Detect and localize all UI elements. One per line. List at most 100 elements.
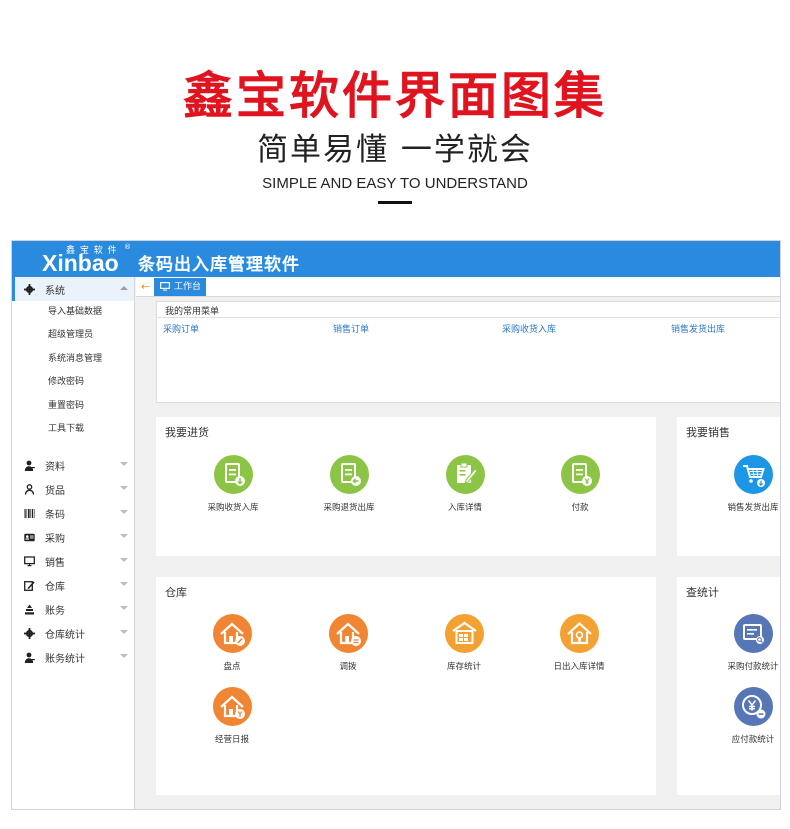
tile-daily-inout-details[interactable]: 日出入库详情 (534, 614, 624, 672)
sidebar-group-label: 条码 (45, 509, 65, 521)
sidebar: 系统 导入基础数据 超级管理员 系统消息管理 修改密码 重置密码 工具下载 资料… (12, 277, 135, 809)
tile-transfer[interactable]: 调拨 (303, 614, 393, 672)
banner-subtitle: 简单易懂 一学就会 (257, 132, 533, 168)
app-header: 鑫 宝 软 件 Xinbao ® 条码出入库管理软件 (12, 241, 780, 277)
tile-purchase-receive[interactable]: 采购收货入库 (188, 455, 278, 513)
sidebar-group-warehouse-stats[interactable]: 仓库统计 (12, 621, 134, 645)
tile-label: 付款 (571, 503, 589, 513)
tile-label: 采购付款统计 (727, 662, 779, 672)
chevron-down-icon (120, 510, 128, 515)
sidebar-item-import-data[interactable]: 导入基础数据 (12, 301, 134, 324)
tile-label: 库存统计 (446, 662, 481, 672)
stack-icon (24, 604, 35, 615)
app-window: 鑫 宝 软 件 Xinbao ® 条码出入库管理软件 系统 导入基础数据 超级管… (11, 240, 781, 810)
tile-label: 采购收货入库 (207, 503, 259, 513)
chevron-down-icon (120, 582, 128, 587)
chevron-down-icon (120, 558, 128, 563)
favorite-link[interactable]: 销售发货出库 (671, 322, 725, 335)
banner-title: 鑫宝软件界面图集 (183, 67, 607, 125)
tile-stocktake[interactable]: 盘点 (187, 614, 277, 672)
tile-purchase-payment-stats[interactable]: 采购付款统计 (708, 614, 780, 672)
house-transfer-icon (328, 614, 368, 653)
user-icon (24, 652, 35, 663)
favorite-link[interactable]: 采购收货入库 (502, 322, 556, 335)
id-card-icon (24, 532, 35, 543)
sidebar-group-label: 仓库 (45, 581, 65, 593)
sidebar-group-label: 仓库统计 (45, 629, 85, 641)
sidebar-item-change-password[interactable]: 修改密码 (12, 371, 134, 394)
chevron-down-icon (120, 630, 128, 635)
tile-label: 调拨 (339, 662, 357, 672)
logo-registered-mark: ® (124, 243, 131, 251)
sidebar-group-label: 货品 (45, 485, 65, 497)
tile-label: 经营日报 (214, 735, 249, 745)
tab-workbench[interactable]: 工作台 (154, 278, 206, 296)
yen-minus-icon (733, 687, 773, 726)
brand-logo: 鑫 宝 软 件 Xinbao ® (42, 243, 132, 275)
logo-main-text: Xinbao (42, 250, 119, 276)
sidebar-group-purchase[interactable]: 采购 (12, 525, 134, 549)
clipboard-edit-icon (445, 455, 485, 494)
promo-banner: 鑫宝软件界面图集 简单易懂 一学就会 SIMPLE AND EASY TO UN… (0, 0, 790, 240)
sidebar-group-label: 账务统计 (45, 653, 85, 665)
monitor-icon (24, 556, 35, 567)
warehouse-icon (444, 614, 484, 653)
tile-sales-ship[interactable]: 销售发货出库 (708, 455, 780, 513)
chevron-down-icon (120, 606, 128, 611)
tile-purchase-return[interactable]: 采购退货出库 (304, 455, 394, 513)
favorites-panel: 我的常用菜单 采购订单 销售订单 采购收货入库 销售发货出库 (156, 301, 780, 403)
sidebar-group-barcode[interactable]: 条码 (12, 501, 134, 525)
favorites-title: 我的常用菜单 (165, 307, 220, 317)
sidebar-group-system[interactable]: 系统 (12, 277, 134, 301)
sidebar-item-tool-download[interactable]: 工具下载 (12, 418, 134, 441)
sidebar-group-label: 资料 (45, 461, 65, 473)
person-icon (24, 483, 35, 495)
banner-divider (378, 201, 412, 204)
tab-bar: ⇠ 工作台 (136, 277, 780, 297)
doc-download-icon (213, 455, 253, 494)
gear-icon (24, 283, 35, 295)
tile-payables-stats[interactable]: 应付款统计 (708, 687, 780, 745)
chevron-down-icon (120, 534, 128, 539)
favorite-link[interactable]: 销售订单 (333, 322, 369, 335)
chevron-down-icon (120, 486, 128, 491)
tab-label: 工作台 (174, 282, 202, 292)
sidebar-group-goods[interactable]: 货品 (12, 477, 134, 501)
sidebar-group-label: 账务 (45, 605, 65, 617)
sidebar-group-account-stats[interactable]: 账务统计 (12, 645, 134, 669)
doc-return-icon (329, 455, 369, 494)
panel-warehouse: 仓库 盘点 调拨 库存统计 日出入库详情 经营日报 (156, 577, 656, 795)
sidebar-group-warehouse[interactable]: 仓库 (12, 573, 134, 597)
tile-daily-report[interactable]: 经营日报 (187, 687, 277, 745)
tile-label: 销售发货出库 (727, 503, 779, 513)
sidebar-group-data[interactable]: 资料 (12, 453, 134, 477)
tile-inbound-details[interactable]: 入库详情 (420, 455, 510, 513)
favorite-link[interactable]: 采购订单 (163, 322, 199, 335)
sidebar-item-super-admin[interactable]: 超级管理员 (12, 324, 134, 347)
tile-label: 应付款统计 (731, 735, 775, 745)
chevron-down-icon (120, 654, 128, 659)
sidebar-group-label: 销售 (45, 557, 65, 569)
gear-icon (24, 627, 35, 639)
sidebar-group-sales[interactable]: 销售 (12, 549, 134, 573)
sidebar-group-accounts[interactable]: 账务 (12, 597, 134, 621)
panel-title: 我要进货 (165, 426, 209, 439)
panel-title: 查统计 (686, 586, 719, 599)
app-title: 条码出入库管理软件 (138, 255, 300, 275)
tile-label: 日出入库详情 (553, 662, 605, 672)
tile-payment[interactable]: 付款 (535, 455, 625, 513)
sidebar-item-system-messages[interactable]: 系统消息管理 (12, 348, 134, 371)
monitor-icon (160, 282, 171, 291)
edit-icon (24, 580, 35, 591)
house-report-icon (212, 687, 252, 726)
user-icon (24, 460, 35, 471)
back-arrow-icon[interactable]: ⇠ (141, 281, 150, 292)
panel-sales: 我要销售 销售发货出库 (677, 417, 780, 556)
tile-label: 采购退货出库 (323, 503, 375, 513)
panel-title: 我要销售 (686, 426, 730, 439)
sidebar-group-label: 采购 (45, 533, 65, 545)
sidebar-item-reset-password[interactable]: 重置密码 (12, 395, 134, 418)
panel-statistics: 查统计 采购付款统计 应付款统计 (677, 577, 780, 795)
tile-inventory-stats[interactable]: 库存统计 (419, 614, 509, 672)
